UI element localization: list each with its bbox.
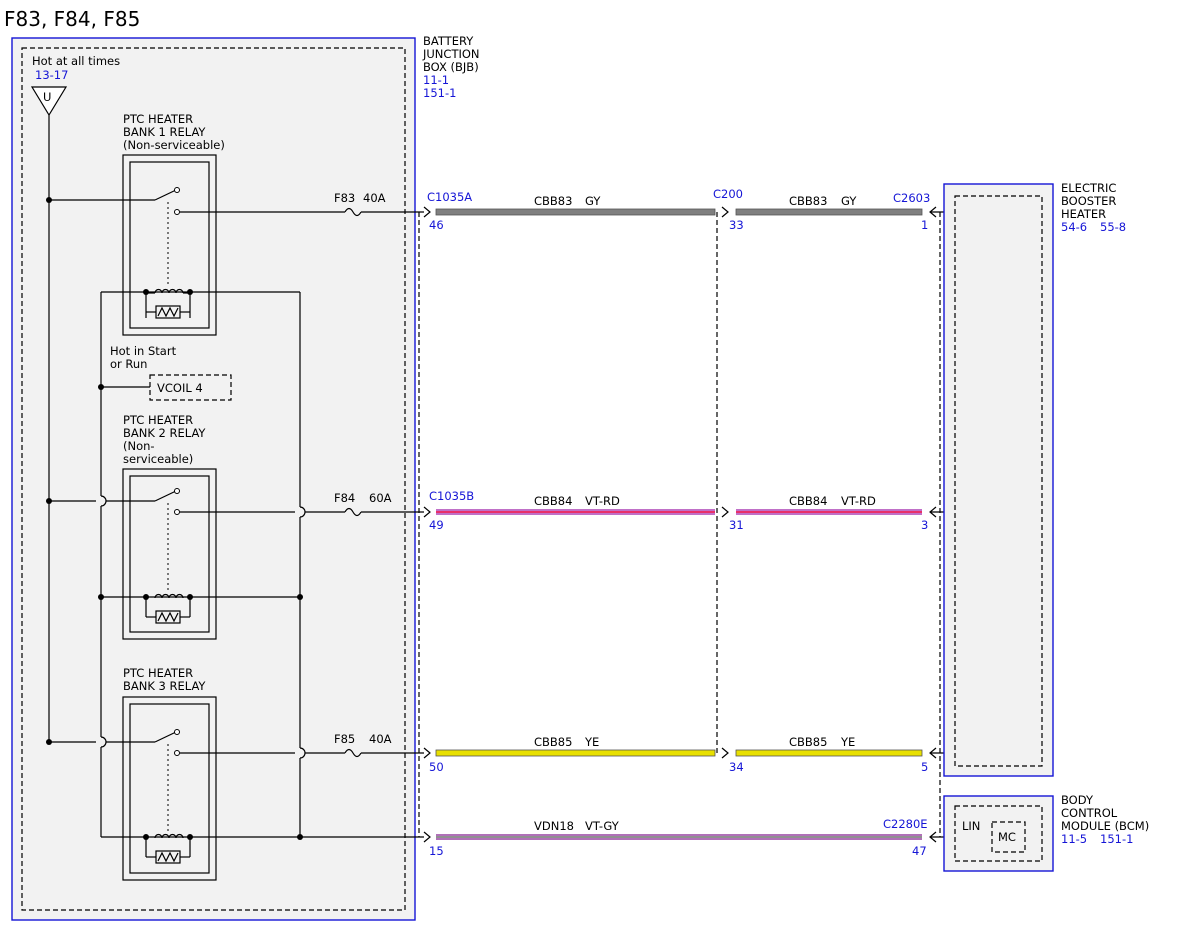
bcm-ref-1[interactable]: 11-5 [1061,832,1087,846]
bcm-label: BODY CONTROL MODULE (BCM) [1061,793,1149,833]
svg-text:serviceable): serviceable) [123,452,193,466]
fuse-f84-rating: 60A [369,491,392,505]
pin-49: 49 [429,518,444,532]
svg-text:BANK 2 RELAY: BANK 2 RELAY [123,426,206,440]
wire-cbb83-color: GY [585,194,601,208]
svg-text:(Non-: (Non- [123,439,155,453]
wire-cbb85[interactable] [423,747,955,759]
bcm-lin-label: LIN [962,819,980,833]
fuse-f85-name: F85 [334,732,355,746]
svg-text:BOOSTER: BOOSTER [1061,194,1116,208]
wire-cbb83[interactable] [423,206,955,218]
svg-text:PTC HEATER: PTC HEATER [123,413,193,427]
connector-c2280e[interactable]: C2280E [883,817,928,831]
wire-vdn18-color: VT-GY [585,819,620,833]
svg-text:BATTERY: BATTERY [423,34,474,48]
fuse-f84-name: F84 [334,491,355,505]
wire-cbb85-circuit: CBB85 [534,735,572,749]
pin-34: 34 [729,760,744,774]
bjb-label: BATTERY JUNCTION BOX (BJB) 11-1 151-1 [422,34,480,100]
bcm-ref-2[interactable]: 151-1 [1100,832,1133,846]
pin-15: 15 [429,844,444,858]
svg-text:ELECTRIC: ELECTRIC [1061,181,1116,195]
svg-text:BANK 3 RELAY: BANK 3 RELAY [123,679,206,693]
svg-text:BOX (BJB): BOX (BJB) [423,60,479,74]
heater-ref-2[interactable]: 55-8 [1100,220,1126,234]
connector-c1035a[interactable]: C1035A [427,190,472,204]
svg-text:(Non-serviceable): (Non-serviceable) [123,138,225,152]
wire-cbb85-color: YE [584,735,599,749]
wire-cbb84-color: VT-RD [585,494,620,508]
pin-3: 3 [921,518,928,532]
fuse-f83-rating: 40A [363,191,386,205]
svg-text:MODULE (BCM): MODULE (BCM) [1061,819,1149,833]
wire-vdn18-circuit: VDN18 [534,819,574,833]
svg-text:CONTROL: CONTROL [1061,806,1118,820]
bcm-mc-label: MC [998,830,1016,844]
fuse-f85-rating: 40A [369,732,392,746]
pin-46: 46 [429,218,444,232]
pin-47: 47 [912,844,927,858]
wire-cbb84[interactable] [423,506,955,518]
connector-c1035b[interactable]: C1035B [429,489,474,503]
power-symbol: U [43,90,51,104]
heater-ref-1[interactable]: 54-6 [1061,220,1087,234]
svg-text:HEATER: HEATER [1061,207,1106,221]
fuse-f83-name: F83 [334,191,355,205]
wire-cbb85-circuit-2: CBB85 [789,735,827,749]
svg-text:PTC HEATER: PTC HEATER [123,666,193,680]
wire-cbb83-color-2: GY [841,194,857,208]
start-run-label-1: Hot in Start [110,344,177,358]
wiring-diagram: F83, F84, F85 BATTERY JUNCTION BOX (BJB)… [4,7,1149,921]
power-label: Hot at all times [32,54,120,68]
connector-c2603[interactable]: C2603 [893,191,930,205]
pin-1: 1 [921,218,928,232]
start-run-label-2: or Run [110,357,147,371]
wire-cbb83-circuit-2: CBB83 [789,194,827,208]
electric-booster-heater-box[interactable] [943,183,1054,777]
wire-vdn18[interactable] [423,831,990,843]
bjb-box[interactable] [11,37,416,921]
bjb-ref-1[interactable]: 11-1 [423,73,449,87]
wire-cbb84-color-2: VT-RD [841,494,876,508]
pin-31: 31 [729,518,744,532]
connector-c200[interactable]: C200 [713,187,743,201]
wire-cbb85-color-2: YE [840,735,855,749]
heater-label: ELECTRIC BOOSTER HEATER [1061,181,1116,221]
svg-text:JUNCTION: JUNCTION [422,47,480,61]
wire-cbb84-circuit-2: CBB84 [789,494,827,508]
page-title: F83, F84, F85 [4,7,140,31]
svg-text:BANK 1 RELAY: BANK 1 RELAY [123,125,206,139]
svg-text:BODY: BODY [1061,793,1094,807]
vcoil-label: VCOIL 4 [157,381,203,395]
pin-50: 50 [429,760,444,774]
pin-33: 33 [729,218,744,232]
pin-5: 5 [921,760,928,774]
svg-text:PTC HEATER: PTC HEATER [123,112,193,126]
wire-cbb83-circuit: CBB83 [534,194,572,208]
wire-cbb84-circuit: CBB84 [534,494,572,508]
power-ref[interactable]: 13-17 [35,68,68,82]
bjb-ref-2[interactable]: 151-1 [423,86,456,100]
